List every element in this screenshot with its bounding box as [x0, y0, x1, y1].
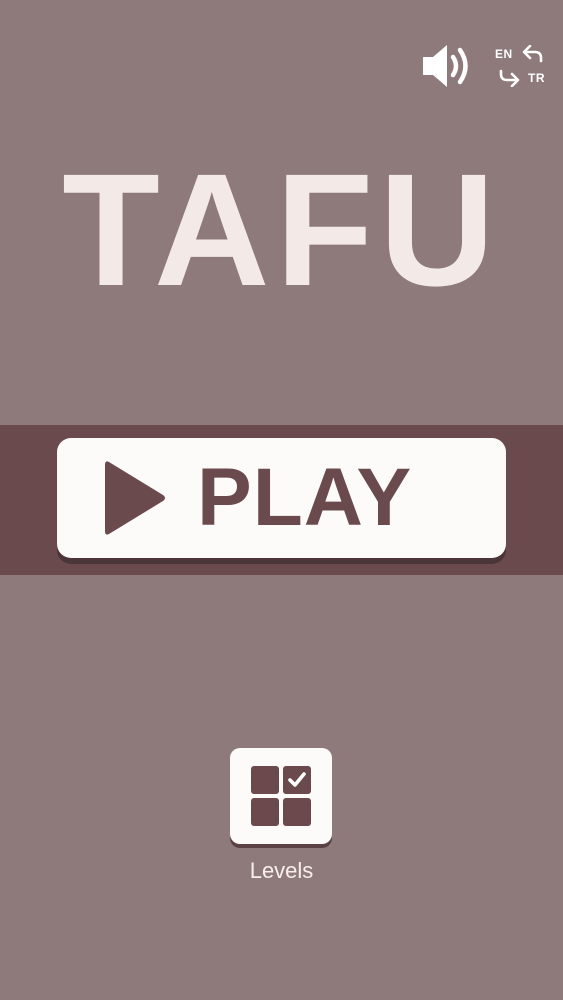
game-title: TAFU — [62, 140, 501, 319]
play-label: PLAY — [197, 452, 413, 543]
language-current-label: EN — [495, 47, 513, 61]
play-triangle-icon — [105, 461, 165, 535]
language-toggle-button[interactable]: EN TR — [495, 43, 545, 89]
language-alternate-label: TR — [528, 71, 545, 85]
levels-label: Levels — [249, 858, 314, 883]
swap-arrow-bottom-icon — [499, 69, 520, 87]
top-controls: EN TR — [419, 40, 545, 92]
levels-button[interactable] — [230, 748, 332, 844]
sound-toggle-button[interactable] — [419, 40, 475, 92]
speaker-volume-icon — [423, 45, 468, 87]
play-button[interactable]: PLAY — [57, 438, 506, 558]
level-grid-check-icon — [251, 766, 311, 826]
swap-arrow-top-icon — [522, 45, 543, 63]
